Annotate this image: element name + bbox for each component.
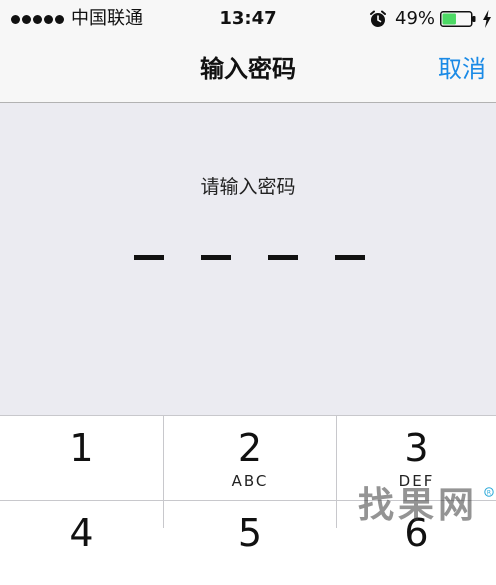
key-digit: 5 [237,511,263,555]
key-digit: 3 [404,426,429,470]
page-title: 输入密码 [200,55,296,83]
passcode-prompt: 请输入密码 [200,176,296,198]
status-bar: 中国联通 13:47 49% [0,0,496,38]
keypad-key-2[interactable]: 2 ABC [164,416,336,500]
cancel-button[interactable]: 取消 [438,54,486,84]
registered-mark-icon: R [484,487,494,497]
alarm-clock-icon [370,10,386,27]
battery-percent: 49% [395,8,436,29]
passcode-digit-slot [335,255,365,260]
site-watermark: 找果网 [358,484,479,526]
battery-icon [440,11,476,27]
key-digit: 2 [237,426,263,470]
passcode-digit-slot [134,255,164,260]
key-digit: 4 [69,511,94,555]
key-digit: 1 [69,426,94,470]
key-letters: ABC [231,472,269,490]
passcode-digit-slot [268,255,298,260]
passcode-dashes [0,255,496,261]
nav-bar: 输入密码 取消 [0,38,496,103]
charging-bolt-icon [483,10,491,28]
svg-text:R: R [487,489,491,496]
keypad-key-1[interactable]: 1 [0,416,163,500]
passcode-digit-slot [201,255,231,260]
keypad-key-4[interactable]: 4 [0,501,163,585]
keypad-key-5[interactable]: 5 [164,501,336,585]
passcode-panel: 请输入密码 [0,103,496,415]
